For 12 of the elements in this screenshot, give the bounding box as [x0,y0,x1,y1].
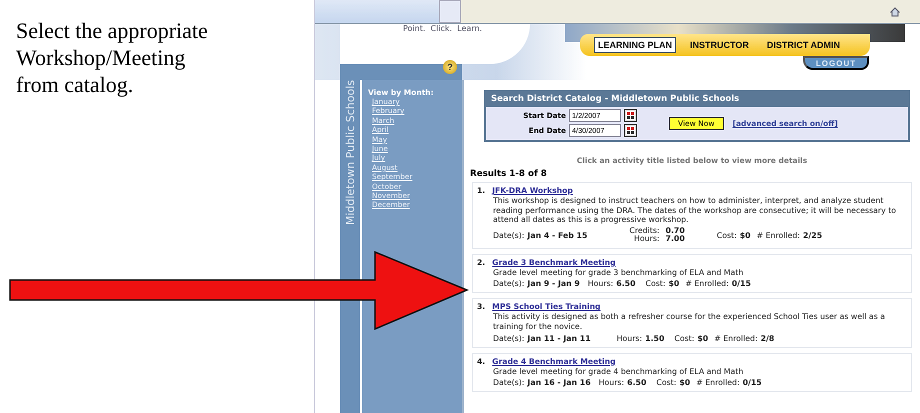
logout-button[interactable]: LOGOUT [803,56,869,70]
nav-tab[interactable]: INSTRUCTOR [686,37,753,53]
tagline: Point. Click. Learn. [403,24,482,34]
home-icon[interactable] [890,6,900,16]
panel-title: Search District Catalog - Middletown Public Schools [486,92,908,107]
results-count: Results 1-8 of 8 [470,169,548,179]
district-name: Middletown Public Schools [344,80,356,228]
slide-caption: Select the appropriate Workshop/Meeting from catalog. [16,18,209,98]
calendar-icon[interactable] [624,109,637,122]
calendar-icon[interactable] [624,124,637,137]
nav-tab[interactable]: DISTRICT ADMIN [762,37,844,53]
nav-tab[interactable]: LEARNING PLAN [594,37,676,53]
